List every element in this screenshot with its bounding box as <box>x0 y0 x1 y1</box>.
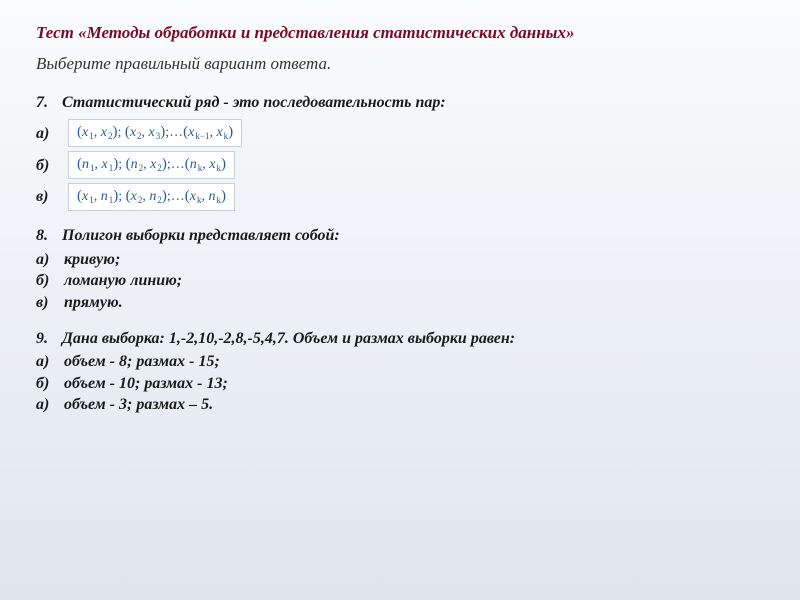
question-7: 7. Статистический ряд - это последовател… <box>36 92 764 211</box>
question-8-text: Полигон выборки представляет собой: <box>62 227 340 244</box>
option-label: в) <box>36 186 62 208</box>
option-text: ломаную линию; <box>64 270 182 292</box>
question-8-option-c: в) прямую. <box>36 292 764 314</box>
option-label: б) <box>36 155 62 177</box>
option-label: а) <box>36 123 62 145</box>
option-text: кривую; <box>64 249 120 271</box>
option-label: б) <box>36 373 64 395</box>
question-9-text: Дана выборка: 1,-2,10,-2,8,-5,4,7. Объем… <box>62 330 515 347</box>
question-8-option-a: а) кривую; <box>36 249 764 271</box>
option-text: объем - 8; размах - 15; <box>64 351 220 373</box>
option-label: б) <box>36 270 64 292</box>
question-8-option-b: б) ломаную линию; <box>36 270 764 292</box>
question-7-option-c: в) (x1, n1); (x2, n2);…(xk, nk) <box>36 183 764 211</box>
question-9: 9. Дана выборка: 1,-2,10,-2,8,-5,4,7. Об… <box>36 328 764 416</box>
question-8-number: 8. <box>36 227 58 244</box>
test-title: Тест «Методы обработки и представления с… <box>36 22 764 45</box>
question-9-option-b: б) объем - 10; размах - 13; <box>36 373 764 395</box>
question-7-option-a: а) (x1, x2); (x2, x3);…(xk−1, xk) <box>36 119 764 147</box>
formula-q7-c: (x1, n1); (x2, n2);…(xk, nk) <box>68 183 235 211</box>
question-8: 8. Полигон выборки представляет собой: а… <box>36 225 764 313</box>
slide: Тест «Методы обработки и представления с… <box>0 0 800 600</box>
question-9-number: 9. <box>36 330 58 347</box>
formula-q7-b: (n1, x1); (n2, x2);…(nk, xk) <box>68 151 235 179</box>
question-7-header: 7. Статистический ряд - это последовател… <box>36 92 764 114</box>
question-7-text: Статистический ряд - это последовательно… <box>62 94 446 111</box>
question-7-number: 7. <box>36 94 58 111</box>
formula-q7-a: (x1, x2); (x2, x3);…(xk−1, xk) <box>68 119 242 147</box>
question-9-header: 9. Дана выборка: 1,-2,10,-2,8,-5,4,7. Об… <box>36 328 764 350</box>
option-label: в) <box>36 292 64 314</box>
option-label: а) <box>36 394 64 416</box>
question-9-option-a: а) объем - 8; размах - 15; <box>36 351 764 373</box>
instruction-text: Выберите правильный вариант ответа. <box>36 53 764 76</box>
option-label: а) <box>36 249 64 271</box>
question-9-option-c: а) объем - 3; размах – 5. <box>36 394 764 416</box>
question-7-option-b: б) (n1, x1); (n2, x2);…(nk, xk) <box>36 151 764 179</box>
question-8-header: 8. Полигон выборки представляет собой: <box>36 225 764 247</box>
option-text: прямую. <box>64 292 123 314</box>
option-text: объем - 10; размах - 13; <box>64 373 228 395</box>
option-label: а) <box>36 351 64 373</box>
option-text: объем - 3; размах – 5. <box>64 394 213 416</box>
